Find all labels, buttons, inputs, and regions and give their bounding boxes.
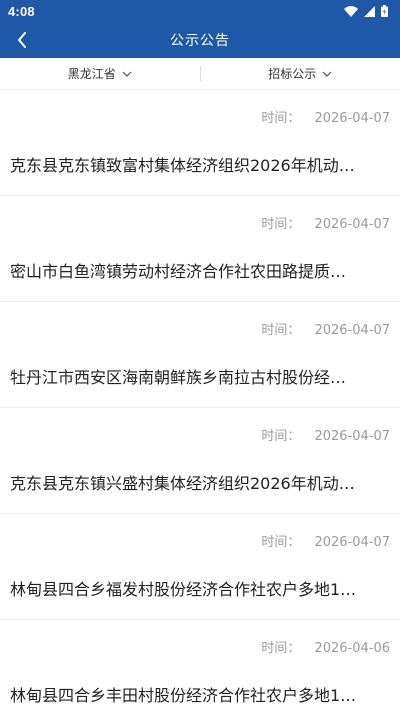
list-item[interactable]: 时间： 2026-04-07 牡丹江市西安区海南朝鲜族乡南拉古村股份经…: [0, 302, 400, 408]
province-filter-label: 黑龙江省: [67, 67, 116, 81]
item-date: 2026-04-07: [314, 429, 390, 444]
item-date: 2026-04-06: [314, 641, 390, 656]
item-time: 时间： 2026-04-07: [261, 425, 390, 444]
status-icons: [344, 5, 388, 17]
item-date: 2026-04-07: [314, 111, 390, 126]
list-item[interactable]: 时间： 2026-04-07 林甸县四合乡福发村股份经济合作社农户多地1…: [0, 514, 400, 620]
item-time: 时间： 2026-04-07: [261, 531, 390, 550]
time-label: 时间：: [261, 429, 301, 444]
time-label: 时间：: [261, 535, 301, 550]
item-date: 2026-04-07: [314, 323, 390, 338]
filter-bar: 黑龙江省 招标公示: [0, 58, 400, 90]
list-item[interactable]: 时间： 2026-04-07 克东县克东镇兴盛村集体经济组织2026年机动…: [0, 408, 400, 514]
top-header: 4:08 公示公告: [0, 0, 400, 58]
item-time: 时间： 2026-04-06: [261, 637, 390, 656]
wifi-icon: [344, 5, 358, 17]
province-filter[interactable]: 黑龙江省: [0, 65, 200, 82]
back-button[interactable]: [6, 24, 38, 56]
app-screen: 4:08 公示公告 黑龙江省 招标公示 时间： 2026-04-07 克东县克东…: [0, 0, 400, 712]
item-title: 克东县克东镇致富村集体经济组织2026年机动…: [10, 156, 355, 175]
battery-icon: [381, 5, 388, 17]
item-date: 2026-04-07: [314, 535, 390, 550]
item-time: 时间： 2026-04-07: [261, 107, 390, 126]
list-item[interactable]: 时间： 2026-04-07 密山市白鱼湾镇劳动村经济合作社农田路提质…: [0, 196, 400, 302]
item-title: 克东县克东镇兴盛村集体经济组织2026年机动…: [10, 474, 355, 493]
status-bar: 4:08: [0, 0, 400, 22]
item-title: 密山市白鱼湾镇劳动村经济合作社农田路提质…: [10, 262, 347, 281]
time-label: 时间：: [261, 641, 301, 656]
status-time: 4:08: [8, 3, 35, 19]
list-item[interactable]: 时间： 2026-04-06 林甸县四合乡丰田村股份经济合作社农户多地1…: [0, 620, 400, 712]
chevron-left-icon: [18, 32, 26, 48]
page-title: 公示公告: [170, 33, 230, 49]
item-time: 时间： 2026-04-07: [261, 319, 390, 338]
category-filter[interactable]: 招标公示: [201, 65, 400, 82]
time-label: 时间：: [261, 323, 301, 338]
announcement-list: 时间： 2026-04-07 克东县克东镇致富村集体经济组织2026年机动… 时间…: [0, 90, 400, 712]
item-title: 林甸县四合乡福发村股份经济合作社农户多地1…: [10, 580, 357, 599]
time-label: 时间：: [261, 111, 301, 126]
app-bar: 公示公告: [0, 22, 400, 58]
chevron-down-icon: [322, 71, 332, 77]
chevron-down-icon: [122, 71, 132, 77]
list-item[interactable]: 时间： 2026-04-07 克东县克东镇致富村集体经济组织2026年机动…: [0, 90, 400, 196]
time-label: 时间：: [261, 217, 301, 232]
item-date: 2026-04-07: [314, 217, 390, 232]
item-time: 时间： 2026-04-07: [261, 213, 390, 232]
item-title: 林甸县四合乡丰田村股份经济合作社农户多地1…: [10, 686, 357, 705]
signal-icon: [364, 5, 375, 17]
item-title: 牡丹江市西安区海南朝鲜族乡南拉古村股份经…: [10, 368, 347, 387]
category-filter-label: 招标公示: [268, 67, 317, 81]
